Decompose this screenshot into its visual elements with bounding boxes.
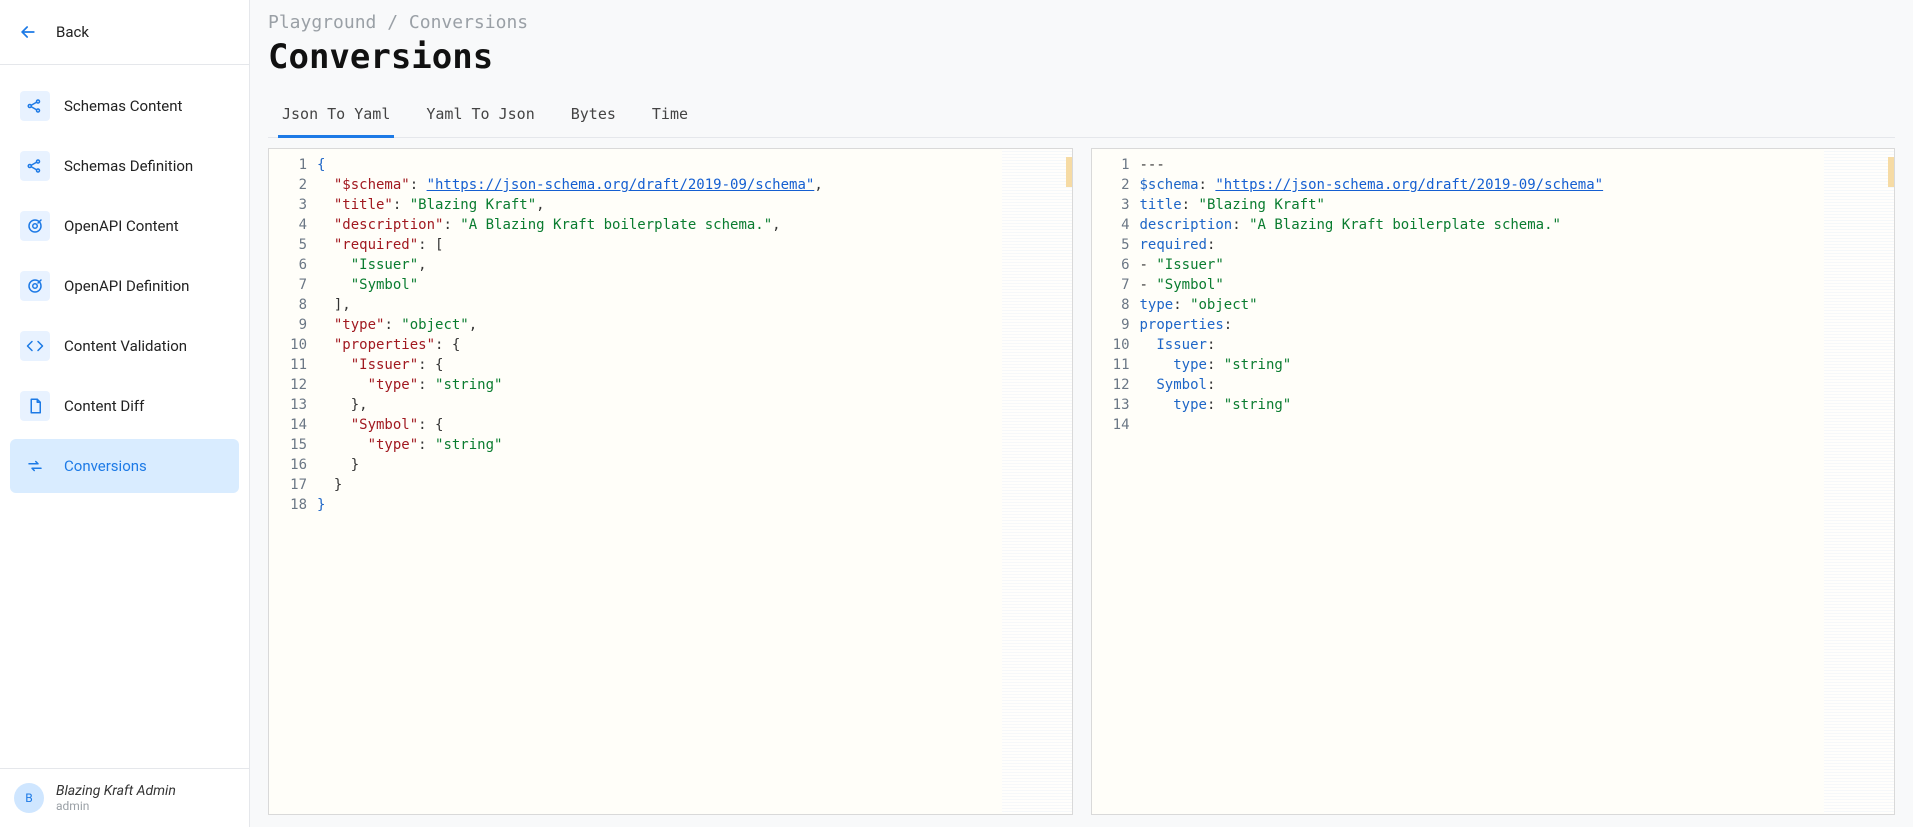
code-line[interactable]: ], — [317, 295, 1072, 315]
code-line[interactable]: "Issuer": { — [317, 355, 1072, 375]
sidebar-item-label: Schemas Definition — [64, 157, 193, 175]
editors: 123456789101112131415161718 { "$schema":… — [268, 138, 1895, 815]
sidebar-item-label: Conversions — [64, 457, 147, 475]
code-line[interactable]: "required": [ — [317, 235, 1072, 255]
sidebar-item-content-diff[interactable]: Content Diff — [10, 379, 239, 433]
code-line[interactable]: Issuer: — [1140, 335, 1895, 355]
code-line[interactable]: { — [317, 155, 1072, 175]
target-icon — [20, 211, 50, 241]
yaml-gutter: 1234567891011121314 — [1092, 149, 1140, 814]
back-button[interactable]: Back — [0, 0, 249, 65]
yaml-editor[interactable]: 1234567891011121314 ---$schema: "https:/… — [1091, 148, 1896, 815]
sidebar-item-label: OpenAPI Definition — [64, 277, 189, 295]
sidebar-item-label: Content Diff — [64, 397, 144, 415]
nav-list: Schemas Content Schemas Definition OpenAPI… — [0, 65, 249, 507]
user-role: admin — [56, 799, 176, 813]
user-block: Blazing Kraft Admin admin — [56, 783, 176, 813]
json-code[interactable]: { "$schema": "https://json-schema.org/dr… — [317, 149, 1072, 814]
json-editor[interactable]: 123456789101112131415161718 { "$schema":… — [268, 148, 1073, 815]
minimap-icon[interactable] — [1824, 149, 1894, 814]
code-line[interactable]: required: — [1140, 235, 1895, 255]
sidebar-item-label: Content Validation — [64, 337, 187, 355]
code-line[interactable]: "Symbol" — [317, 275, 1072, 295]
code-line[interactable]: "$schema": "https://json-schema.org/draf… — [317, 175, 1072, 195]
tab-yaml-to-json[interactable]: Yaml To Json — [422, 95, 538, 138]
sidebar-item-schemas-content[interactable]: Schemas Content — [10, 79, 239, 133]
code-line[interactable] — [1140, 415, 1895, 435]
code-line[interactable]: "type": "string" — [317, 435, 1072, 455]
target-icon — [20, 271, 50, 301]
minimap-icon[interactable] — [1002, 149, 1072, 814]
avatar: B — [14, 783, 44, 813]
sidebar-item-label: OpenAPI Content — [64, 217, 179, 235]
sidebar-item-conversions[interactable]: Conversions — [10, 439, 239, 493]
code-line[interactable]: }, — [317, 395, 1072, 415]
code-line[interactable]: - "Symbol" — [1140, 275, 1895, 295]
code-line[interactable]: } — [317, 475, 1072, 495]
code-line[interactable]: "title": "Blazing Kraft", — [317, 195, 1072, 215]
tab-json-to-yaml[interactable]: Json To Yaml — [278, 95, 394, 138]
code-line[interactable]: } — [317, 455, 1072, 475]
sidebar-item-openapi-content[interactable]: OpenAPI Content — [10, 199, 239, 253]
code-icon — [20, 331, 50, 361]
share-icon — [20, 91, 50, 121]
code-line[interactable]: } — [317, 495, 1072, 515]
code-line[interactable]: description: "A Blazing Kraft boilerplat… — [1140, 215, 1895, 235]
tab-time[interactable]: Time — [648, 95, 692, 138]
code-line[interactable]: "properties": { — [317, 335, 1072, 355]
code-line[interactable]: --- — [1140, 155, 1895, 175]
sidebar-top: Back Schemas Content Schemas Definition Op… — [0, 0, 249, 768]
breadcrumb: Playground / Conversions — [268, 12, 1895, 33]
swap-icon — [20, 451, 50, 481]
breadcrumb-item-0[interactable]: Playground — [268, 12, 376, 33]
sidebar-item-content-validation[interactable]: Content Validation — [10, 319, 239, 373]
sidebar-item-label: Schemas Content — [64, 97, 182, 115]
code-line[interactable]: type: "string" — [1140, 395, 1895, 415]
back-label: Back — [56, 23, 89, 41]
json-gutter: 123456789101112131415161718 — [269, 149, 317, 814]
code-line[interactable]: "type": "object", — [317, 315, 1072, 335]
code-line[interactable]: type: "string" — [1140, 355, 1895, 375]
share-icon — [20, 151, 50, 181]
tab-bytes[interactable]: Bytes — [567, 95, 620, 138]
code-line[interactable]: "description": "A Blazing Kraft boilerpl… — [317, 215, 1072, 235]
yaml-code[interactable]: ---$schema: "https://json-schema.org/dra… — [1140, 149, 1895, 814]
code-line[interactable]: type: "object" — [1140, 295, 1895, 315]
breadcrumb-item-1[interactable]: Conversions — [409, 12, 528, 33]
user-footer[interactable]: B Blazing Kraft Admin admin — [0, 768, 249, 827]
tabs: Json To Yaml Yaml To Json Bytes Time — [268, 95, 1895, 138]
page-title: Conversions — [268, 37, 1895, 77]
breadcrumb-separator: / — [387, 12, 409, 33]
code-line[interactable]: "Issuer", — [317, 255, 1072, 275]
code-line[interactable]: "type": "string" — [317, 375, 1072, 395]
code-line[interactable]: title: "Blazing Kraft" — [1140, 195, 1895, 215]
sidebar: Back Schemas Content Schemas Definition Op… — [0, 0, 250, 827]
main: Playground / Conversions Conversions Jso… — [250, 0, 1913, 827]
code-line[interactable]: properties: — [1140, 315, 1895, 335]
doc-icon — [20, 391, 50, 421]
code-line[interactable]: - "Issuer" — [1140, 255, 1895, 275]
code-line[interactable]: $schema: "https://json-schema.org/draft/… — [1140, 175, 1895, 195]
code-line[interactable]: "Symbol": { — [317, 415, 1072, 435]
code-line[interactable]: Symbol: — [1140, 375, 1895, 395]
sidebar-item-openapi-definition[interactable]: OpenAPI Definition — [10, 259, 239, 313]
arrow-left-icon — [14, 18, 42, 46]
user-name: Blazing Kraft Admin — [56, 783, 176, 799]
sidebar-item-schemas-definition[interactable]: Schemas Definition — [10, 139, 239, 193]
